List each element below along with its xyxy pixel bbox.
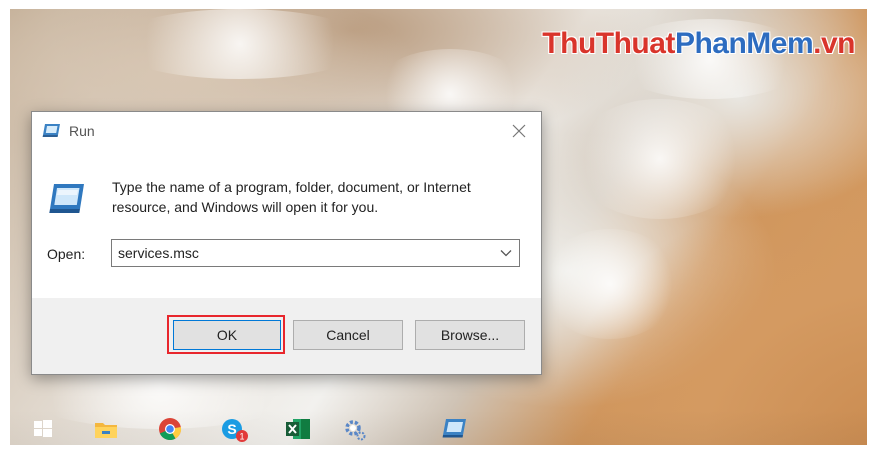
excel-icon[interactable] (284, 416, 310, 442)
browse-button[interactable]: Browse... (415, 320, 525, 350)
title-bar[interactable]: Run (32, 112, 541, 150)
run-icon (42, 122, 62, 138)
dropdown-button[interactable] (495, 241, 517, 265)
skype-icon[interactable]: S 1 (220, 416, 248, 442)
taskbar: S 1 (10, 410, 867, 445)
run-taskbar-icon[interactable] (440, 416, 466, 442)
dialog-content: Type the name of a program, folder, docu… (32, 150, 541, 298)
watermark-part-3: .vn (813, 27, 855, 60)
chevron-down-icon (500, 250, 512, 257)
windows-start-icon[interactable] (30, 416, 56, 442)
dialog-description: Type the name of a program, folder, docu… (112, 179, 471, 215)
site-watermark: ThuThuatPhanMem.vn (542, 27, 855, 61)
open-combobox[interactable] (111, 239, 520, 267)
settings-icon[interactable] (342, 416, 368, 442)
run-dialog: Run Type the name of a program, folder, … (31, 111, 542, 375)
close-button[interactable] (501, 114, 537, 148)
open-input[interactable] (118, 240, 488, 266)
dialog-title: Run (69, 123, 95, 139)
watermark-part-2: PhanMem (674, 27, 814, 60)
file-explorer-icon[interactable] (93, 416, 119, 442)
watermark-part-1: ThuThuat (542, 27, 675, 60)
close-icon (512, 124, 526, 138)
ok-button[interactable]: OK (173, 320, 281, 350)
svg-text:S: S (227, 421, 236, 437)
run-program-icon (46, 181, 86, 217)
skype-badge: 1 (239, 432, 244, 442)
chrome-icon[interactable] (157, 416, 183, 442)
cancel-button[interactable]: Cancel (293, 320, 403, 350)
open-label: Open: (47, 246, 86, 262)
